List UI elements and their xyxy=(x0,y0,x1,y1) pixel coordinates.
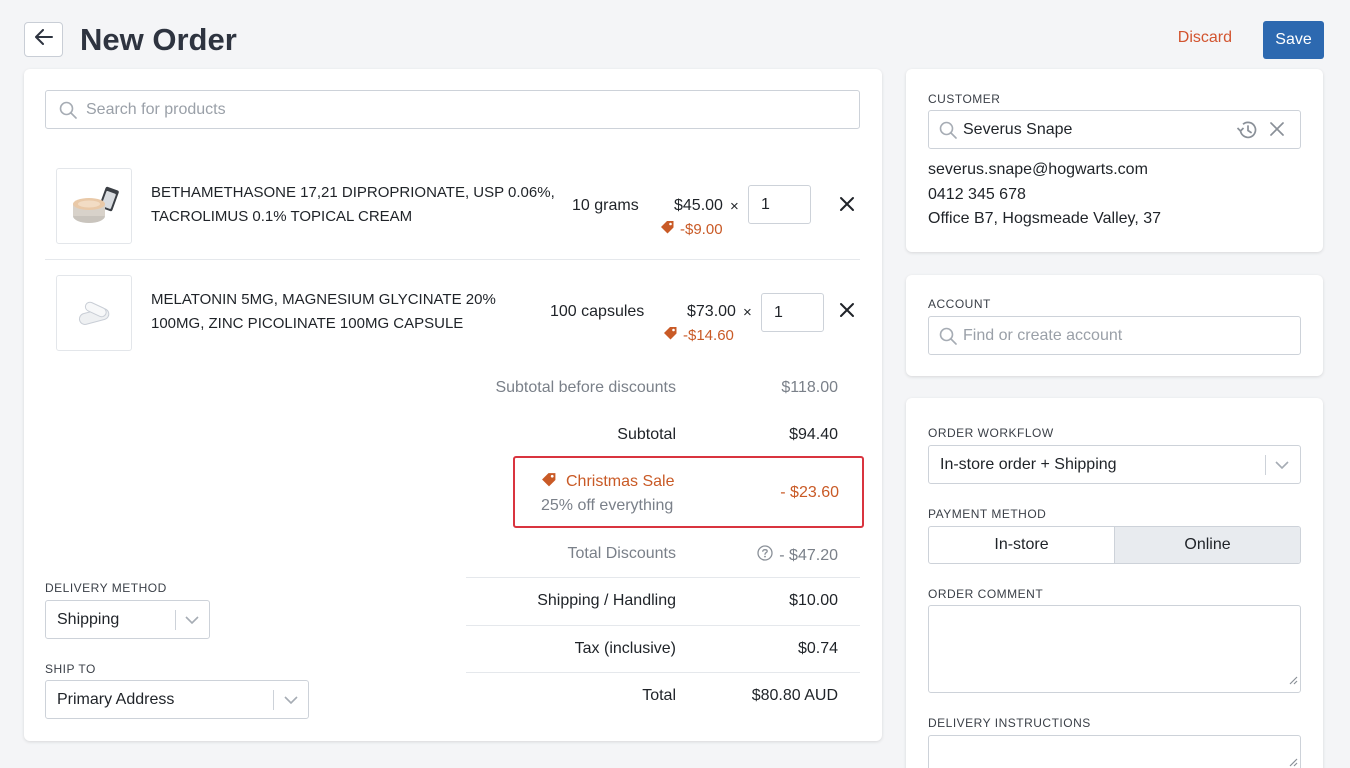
unit-price: $73.00 xyxy=(687,303,736,320)
chevron-down-icon xyxy=(183,611,201,629)
order-settings-card: ORDER WORKFLOW In-store order + Shipping… xyxy=(906,398,1323,768)
promotion-description: 25% off everything xyxy=(541,497,674,514)
history-icon[interactable] xyxy=(1236,120,1258,145)
product-search-input[interactable]: Search for products xyxy=(45,90,860,129)
order-workflow-select[interactable]: In-store order + Shipping xyxy=(928,445,1301,484)
payment-method-toggle: In-store Online xyxy=(928,526,1301,564)
multiply-sign: × xyxy=(743,304,752,321)
product-image-capsule xyxy=(56,275,132,351)
item-discount: -$14.60 xyxy=(663,326,734,344)
payment-option-in-store[interactable]: In-store xyxy=(929,527,1114,563)
product-name: BETHAMETHASONE 17,21 DIPROPRIONATE, USP … xyxy=(151,184,555,225)
divider xyxy=(466,672,860,673)
delivery-instructions-textarea[interactable] xyxy=(928,735,1301,768)
customer-details: severus.snape@hogwarts.com 0412 345 678 … xyxy=(928,158,1161,232)
divider xyxy=(466,625,860,626)
help-icon[interactable] xyxy=(757,545,773,566)
ship-to-select[interactable]: Primary Address xyxy=(45,680,309,719)
multiply-sign: × xyxy=(730,198,739,215)
search-icon xyxy=(938,326,958,346)
account-search-input[interactable]: Find or create account xyxy=(928,316,1301,355)
customer-name: Severus Snape xyxy=(963,120,1073,138)
page-title: New Order xyxy=(80,22,237,57)
close-icon xyxy=(839,302,855,323)
chevron-down-icon xyxy=(282,691,300,709)
customer-email: severus.snape@hogwarts.com xyxy=(928,161,1148,178)
total-value: $80.80 AUD xyxy=(751,687,838,704)
customer-card: CUSTOMER Severus Snape severus.snape@hog… xyxy=(906,69,1323,252)
product-name: MELATONIN 5MG, MAGNESIUM GLYCINATE 20% 1… xyxy=(151,291,496,332)
promotion-amount: - $23.60 xyxy=(780,484,839,501)
shipping-label: Shipping / Handling xyxy=(537,592,676,609)
total-discounts-value: - $47.20 xyxy=(757,545,838,566)
account-card: ACCOUNT Find or create account xyxy=(906,275,1323,376)
order-comment-label: ORDER COMMENT xyxy=(928,587,1044,601)
divider xyxy=(466,577,860,578)
resize-handle-icon[interactable] xyxy=(1288,672,1298,690)
search-icon xyxy=(58,100,78,120)
delivery-method-select[interactable]: Shipping xyxy=(45,600,210,639)
chevron-down-icon xyxy=(1273,456,1291,474)
quantity-input[interactable]: 1 xyxy=(761,293,824,332)
save-button[interactable]: Save xyxy=(1263,21,1324,59)
order-items-card: Search for products BETHAMETHASONE 17,21… xyxy=(24,69,882,741)
divider xyxy=(45,259,860,260)
order-workflow-label: ORDER WORKFLOW xyxy=(928,426,1054,440)
tag-icon xyxy=(660,220,675,238)
discard-button[interactable]: Discard xyxy=(1178,29,1232,47)
line-item: MELATONIN 5MG, MAGNESIUM GLYCINATE 20% 1… xyxy=(45,275,860,365)
total-discounts-label: Total Discounts xyxy=(567,545,677,562)
subtotal-label: Subtotal xyxy=(617,426,676,443)
product-search-placeholder: Search for products xyxy=(86,100,226,118)
shipping-value: $10.00 xyxy=(789,592,838,609)
delivery-instructions-label: DELIVERY INSTRUCTIONS xyxy=(928,716,1091,730)
search-icon xyxy=(938,120,958,140)
product-size: 10 grams xyxy=(572,197,639,214)
unit-price: $45.00 xyxy=(674,197,723,214)
tag-icon xyxy=(663,326,678,344)
remove-item-button[interactable] xyxy=(836,195,858,217)
promotion-christmas-sale[interactable]: Christmas Sale 25% off everything - $23.… xyxy=(513,456,864,528)
account-search-placeholder: Find or create account xyxy=(963,326,1123,344)
quantity-input[interactable]: 1 xyxy=(748,185,811,224)
subtotal-before-label: Subtotal before discounts xyxy=(495,379,676,396)
total-label: Total xyxy=(642,687,676,704)
product-image-cream xyxy=(56,168,132,244)
ship-to-label: SHIP TO xyxy=(45,662,96,676)
product-size: 100 capsules xyxy=(550,303,645,320)
line-item: BETHAMETHASONE 17,21 DIPROPRIONATE, USP … xyxy=(45,168,860,258)
promotion-name: Christmas Sale xyxy=(541,472,674,492)
clear-icon[interactable] xyxy=(1269,121,1285,142)
close-icon xyxy=(839,196,855,217)
arrow-left-icon xyxy=(34,29,53,50)
subtotal-value: $94.40 xyxy=(789,426,838,443)
top-bar: New Order Discard Save xyxy=(24,20,1324,60)
delivery-method-label: DELIVERY METHOD xyxy=(45,581,167,595)
customer-address: Office B7, Hogsmeade Valley, 37 xyxy=(928,210,1162,227)
remove-item-button[interactable] xyxy=(836,301,858,323)
subtotal-before-value: $118.00 xyxy=(781,379,838,396)
resize-handle-icon[interactable] xyxy=(1288,754,1298,768)
back-button[interactable] xyxy=(24,22,63,57)
customer-search-input[interactable]: Severus Snape xyxy=(928,110,1301,149)
customer-label: CUSTOMER xyxy=(928,92,1001,106)
customer-phone: 0412 345 678 xyxy=(928,185,1026,203)
item-discount: -$9.00 xyxy=(660,220,723,238)
order-comment-textarea[interactable] xyxy=(928,605,1301,693)
tag-icon xyxy=(541,472,557,492)
tax-value: $0.74 xyxy=(797,640,838,657)
payment-method-label: PAYMENT METHOD xyxy=(928,507,1047,521)
tax-label: Tax (inclusive) xyxy=(574,640,676,657)
payment-option-online[interactable]: Online xyxy=(1114,527,1300,563)
account-label: ACCOUNT xyxy=(928,297,991,311)
